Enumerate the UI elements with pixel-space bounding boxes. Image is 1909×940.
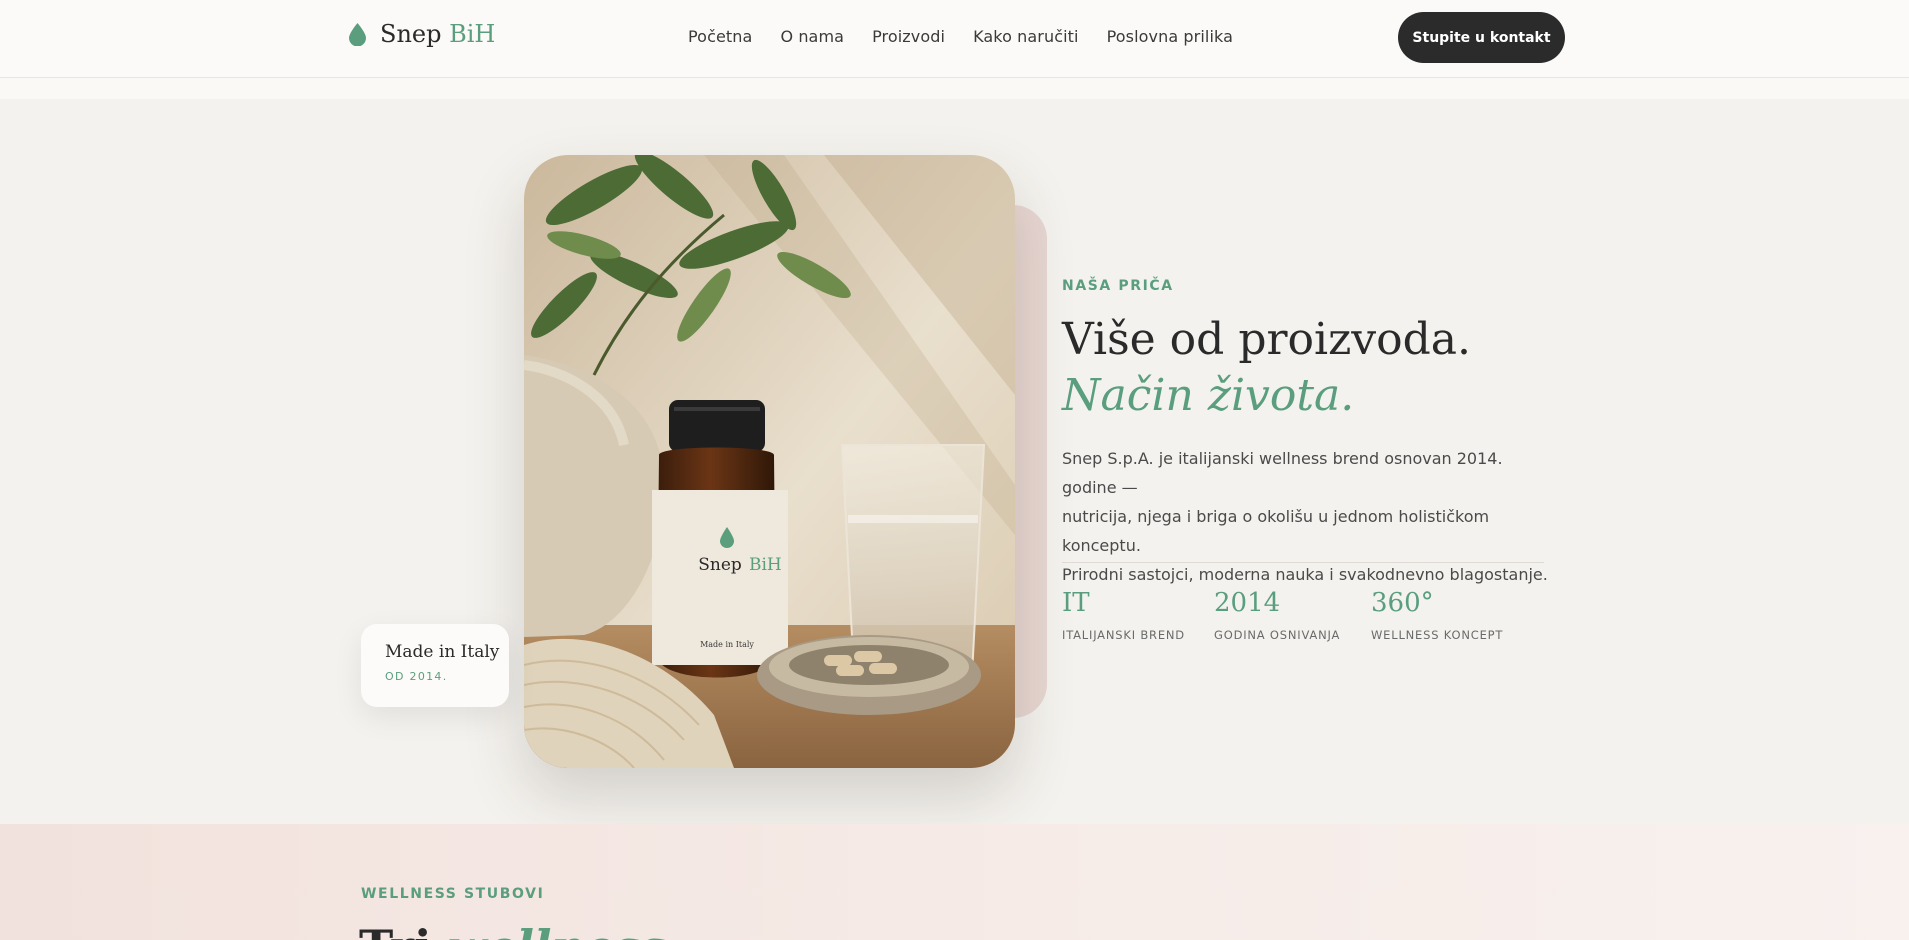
made-in-italy-badge: Made in Italy OD 2014. xyxy=(361,624,509,707)
pillars-title: Tri wellness xyxy=(359,920,666,940)
stat-value: 360° xyxy=(1371,588,1434,618)
logo-name: Snep xyxy=(380,20,442,48)
logo-accent: BiH xyxy=(449,20,496,48)
story-body: Snep S.p.A. je italijanski wellness bren… xyxy=(1062,444,1562,589)
story-body-line: nutricija, njega i briga o okolišu u jed… xyxy=(1062,507,1490,555)
stats-divider xyxy=(1062,562,1544,563)
bottle-brand-accent: BiH xyxy=(749,555,782,575)
stat-label: WELLNESS KONCEPT xyxy=(1371,628,1504,642)
stat-concept: 360° WELLNESS KONCEPT xyxy=(1371,588,1503,642)
stat-brand: IT ITALIJANSKI BREND xyxy=(1062,588,1185,642)
headline-main: Više od proizvoda. xyxy=(1062,314,1471,365)
stat-value: IT xyxy=(1062,588,1090,618)
pillars-section: WELLNESS STUBOVI Tri wellness xyxy=(0,824,1909,940)
logo-link[interactable]: Snep BiH xyxy=(349,20,495,48)
story-eyebrow: NAŠA PRIČA xyxy=(1062,278,1174,294)
bottle-brand: Snep xyxy=(698,555,742,575)
nav-proizvodi[interactable]: Proizvodi xyxy=(872,27,945,46)
logo-text: Snep BiH xyxy=(380,20,495,48)
story-body-line: Prirodni sastojci, moderna nauka i svako… xyxy=(1062,565,1548,584)
pillars-eyebrow: WELLNESS STUBOVI xyxy=(361,886,545,902)
nav-poslovna-prilika[interactable]: Poslovna prilika xyxy=(1107,27,1233,46)
main-nav: Početna O nama Proizvodi Kako naručiti P… xyxy=(688,27,1233,46)
stat-value: 2014 xyxy=(1214,588,1281,618)
story-headline: Više od proizvoda. Način života. xyxy=(1062,312,1582,424)
nav-kako-naruciti[interactable]: Kako naručiti xyxy=(973,27,1079,46)
stat-label: ITALIJANSKI BREND xyxy=(1062,628,1185,642)
badge-subtitle: OD 2014. xyxy=(385,670,448,683)
headline-accent: Način života. xyxy=(1062,370,1355,421)
product-photo-illustration: Snep BiH Made in Italy xyxy=(524,155,1015,768)
contact-button[interactable]: Stupite u kontakt xyxy=(1398,12,1565,63)
story-body-line: Snep S.p.A. je italijanski wellness bren… xyxy=(1062,449,1503,497)
pillars-title-main: Tri xyxy=(359,920,432,940)
pillars-title-accent: wellness xyxy=(448,920,666,940)
stat-label: GODINA OSNIVANJA xyxy=(1214,628,1341,642)
bottle-made-in: Made in Italy xyxy=(700,640,754,649)
stat-founded: 2014 GODINA OSNIVANJA xyxy=(1214,588,1340,642)
nav-o-nama[interactable]: O nama xyxy=(780,27,844,46)
nav-pocetna[interactable]: Početna xyxy=(688,27,752,46)
badge-title: Made in Italy xyxy=(385,642,500,662)
product-photo: Snep BiH Made in Italy xyxy=(524,155,1015,768)
droplet-icon xyxy=(349,22,366,46)
header-spacer xyxy=(0,78,1909,99)
site-header: Snep BiH Početna O nama Proizvodi Kako n… xyxy=(0,0,1909,78)
